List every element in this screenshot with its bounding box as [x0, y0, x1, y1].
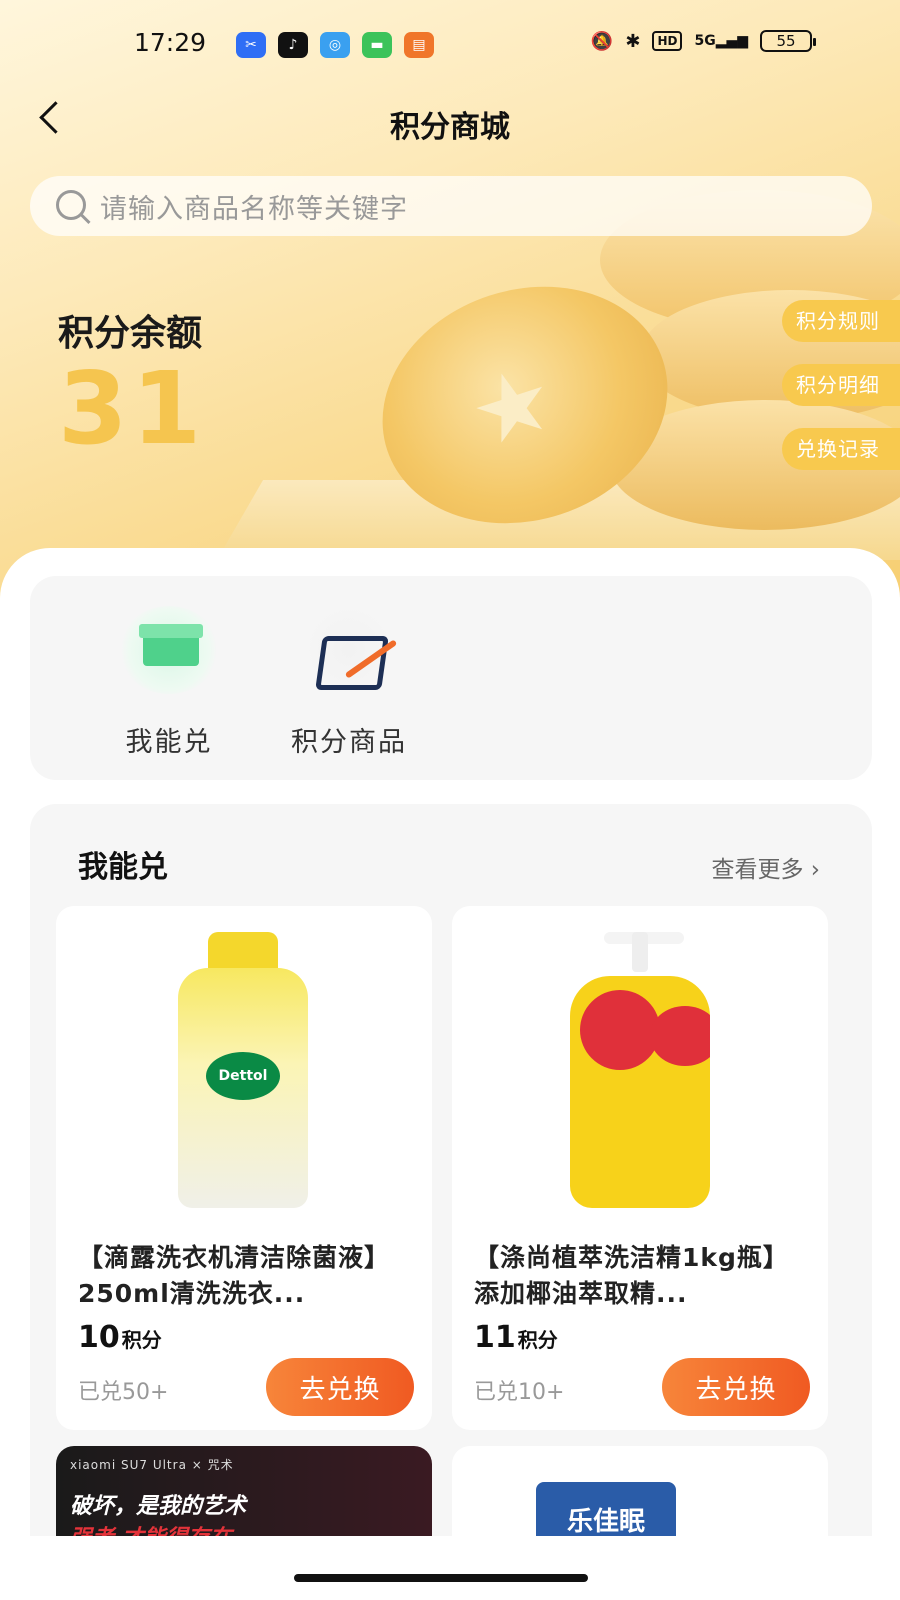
- promo-brand-line: xiaomi SU7 Ultra × 咒术: [70, 1458, 234, 1472]
- battery-icon: 55: [760, 30, 816, 52]
- entry-points-goods[interactable]: 积分商品: [274, 606, 424, 759]
- points-unit: 积分: [121, 1328, 162, 1352]
- status-bar: 17:29 ✂ ♪ ◎ ▬ ▤ 🔕 ✱ HD 5G▂▄▆ 55: [0, 28, 900, 64]
- view-more-link[interactable]: 查看更多 ›: [711, 850, 820, 884]
- message-icon: ▬: [362, 32, 392, 58]
- search-icon: [54, 186, 94, 226]
- redeem-button[interactable]: 去兑换: [662, 1358, 810, 1416]
- product-name: 【滴露洗衣机清洁除菌液】250ml清洗洗衣...: [78, 1243, 391, 1308]
- section-title: 我能兑: [78, 850, 168, 885]
- shopping-bag-icon: [299, 606, 399, 694]
- entry-can-redeem[interactable]: 我能兑: [94, 606, 244, 759]
- promo-slogan: 破坏，是我的艺术: [70, 1494, 247, 1519]
- mute-icon: 🔕: [590, 30, 614, 52]
- status-indicators: 🔕 ✱ HD 5G▂▄▆ 55: [590, 30, 816, 52]
- entry-label: 积分商品: [291, 727, 407, 758]
- home-indicator[interactable]: [294, 1574, 588, 1582]
- entry-card: 我能兑 积分商品: [30, 576, 872, 780]
- points-detail-button[interactable]: 积分明细: [782, 364, 900, 406]
- scissor-app-icon: ✂: [236, 32, 266, 58]
- bottle-cap: [208, 932, 278, 972]
- sold-count: 已兑10+: [474, 1380, 565, 1405]
- entry-label: 我能兑: [125, 727, 213, 758]
- product-card[interactable]: Dettol 【滴露洗衣机清洁除菌液】250ml清洗洗衣... 10 积分 已兑5…: [56, 906, 432, 1430]
- points-rules-button[interactable]: 积分规则: [782, 300, 900, 342]
- balance-value: 31: [58, 350, 206, 467]
- sold-count: 已兑50+: [78, 1380, 169, 1405]
- status-time: 17:29: [134, 28, 207, 57]
- redeem-button[interactable]: 去兑换: [266, 1358, 414, 1416]
- product-points: 11 积分: [474, 1320, 558, 1355]
- star-icon: ★: [457, 344, 567, 469]
- notification-icons: ✂ ♪ ◎ ▬ ▤: [236, 32, 434, 58]
- product-image: [512, 932, 768, 1208]
- bottom-bar: [0, 1536, 900, 1600]
- pump-neck: [632, 932, 648, 972]
- points-unit: 积分: [517, 1328, 558, 1352]
- network-type: 5G: [694, 33, 716, 49]
- bottle-body: [570, 976, 710, 1208]
- page-title: 积分商城: [390, 110, 510, 145]
- redeem-history-button[interactable]: 兑换记录: [782, 428, 900, 470]
- product-image: Dettol: [116, 932, 372, 1208]
- product-card-partial[interactable]: xiaomi SU7 Ultra × 咒术 破坏，是我的艺术 强者 才能得存在: [56, 1446, 432, 1546]
- hero-banner: ★ 17:29 ✂ ♪ ◎ ▬ ▤ 🔕 ✱ HD 5G▂▄▆ 55 积分商城 请输入商品…: [0, 0, 900, 600]
- gift-box-icon: [119, 606, 219, 694]
- search-input[interactable]: 请输入商品名称等关键字: [100, 187, 408, 226]
- product-card-partial[interactable]: 乐佳眠: [452, 1446, 828, 1546]
- product-name: 【涤尚植萃洗洁精1kg瓶】添加椰油萃取精...: [474, 1243, 789, 1308]
- browser-icon: ◎: [320, 32, 350, 58]
- points-value: 10: [78, 1320, 120, 1355]
- product-points: 10 积分: [78, 1320, 162, 1355]
- search-bar[interactable]: 请输入商品名称等关键字: [30, 176, 872, 236]
- tiktok-icon: ♪: [278, 32, 308, 58]
- signal-icon: 5G▂▄▆: [694, 33, 748, 49]
- hd-icon: HD: [652, 31, 683, 51]
- bluetooth-icon: ✱: [625, 30, 641, 52]
- balance-label: 积分余额: [58, 313, 203, 354]
- brand-logo: Dettol: [206, 1052, 280, 1100]
- points-value: 11: [474, 1320, 516, 1355]
- book-icon: ▤: [404, 32, 434, 58]
- product-card[interactable]: 【涤尚植萃洗洁精1kg瓶】添加椰油萃取精... 11 积分 已兑10+ 去兑换: [452, 906, 828, 1430]
